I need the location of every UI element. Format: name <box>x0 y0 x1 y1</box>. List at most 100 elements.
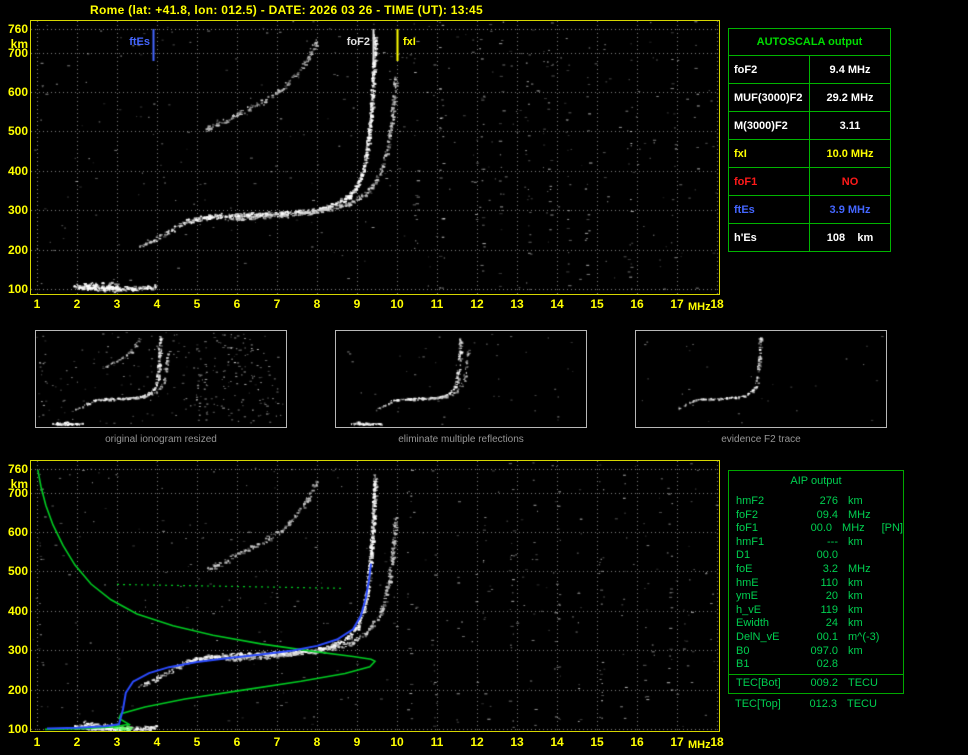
aip-cell-u: TECU <box>848 676 878 689</box>
aip-cell-u <box>838 658 890 672</box>
thumbnail-evidence-canvas <box>636 331 886 427</box>
x-tick-11: 11 <box>430 297 444 311</box>
x-tick-3: 3 <box>113 735 121 749</box>
y-tick-200: 200 <box>7 242 28 257</box>
x-tick-3: 3 <box>113 297 121 311</box>
aip-footer-value: 012.3 <box>809 698 837 711</box>
thumbnail-caption-original: original ionogram resized <box>105 434 217 445</box>
aip-cell-n: D1 <box>736 549 751 562</box>
aip-cell-n: ymE <box>736 590 758 603</box>
aip-cell-v: 02.8 <box>816 658 838 671</box>
aip-output-panel: AIP output hmF2 276 km foF2 09.4 MHz foF1 00.0 M… <box>728 470 904 712</box>
autoscala-param: MUF(3000)F2 <box>728 83 810 112</box>
autoscala-row-foF1: foF1 NO <box>728 167 891 196</box>
x-tick-12: 12 <box>470 735 484 749</box>
aip-cell-x <box>890 577 903 591</box>
x-tick-10: 10 <box>390 735 404 749</box>
x-tick-8: 8 <box>313 735 321 749</box>
aip-cell-v: 119 <box>820 603 838 616</box>
x-tick-17: 17 <box>670 735 684 749</box>
aip-cell-x <box>890 495 903 509</box>
x-tick-1: 1 <box>33 297 41 311</box>
x-tick-14: 14 <box>550 297 564 311</box>
thumbnail-evidence-f2-trace <box>635 330 887 428</box>
marker-label-ftEs: ftEs <box>129 36 150 48</box>
x-tick-9: 9 <box>353 735 361 749</box>
y-tick-300: 300 <box>7 643 28 658</box>
autoscala-param: fxI <box>728 139 810 168</box>
aip-cell-v: --- <box>827 535 838 548</box>
aip-row-Ewidth: Ewidth 24 km <box>729 617 903 631</box>
x-tick-17: 17 <box>670 297 684 311</box>
x-tick-6: 6 <box>233 735 241 749</box>
aip-cell-u: m^(-3) <box>848 630 880 643</box>
aip-cell-n: hmF2 <box>736 495 765 507</box>
x-tick-6: 6 <box>233 297 241 311</box>
aip-cell-v: 20 <box>825 590 838 603</box>
aip-cell-v: 276 <box>819 495 838 507</box>
autoscala-table-header: AUTOSCALA output <box>728 28 891 56</box>
thumbnail-original-canvas <box>36 331 286 427</box>
aip-cell-x <box>890 536 903 550</box>
aip-row-foF1: foF1 00.0 MHz [PN] <box>729 522 903 536</box>
y-tick-600: 600 <box>7 85 28 100</box>
aip-cell-n: B1 <box>736 658 750 671</box>
y-tick-600: 600 <box>7 525 28 540</box>
x-tick-13: 13 <box>510 735 524 749</box>
aip-row-hmF2: hmF2 276 km <box>729 495 903 509</box>
autoscala-row-ftEs: ftEs 3.9 MHz <box>728 195 891 224</box>
y-tick-760: 760 <box>7 22 28 36</box>
aip-row-D1: D1 00.0 <box>729 549 903 563</box>
x-tick-15: 15 <box>590 735 604 749</box>
aip-row-DelN_vE: DelN_vE 00.1 m^(-3) <box>729 631 903 645</box>
aip-cell-x <box>890 677 903 691</box>
aip-cell-v: 3.2 <box>822 562 838 575</box>
aip-cell-x <box>890 631 903 645</box>
autoscala-value: 108 km <box>809 223 891 252</box>
x-tick-5: 5 <box>193 735 201 749</box>
aip-cell-n: h_vE <box>736 603 762 616</box>
ionogram-top-canvas <box>31 21 719 294</box>
ionogram-top-y-axis: 760 700 600 500 400 300 200 100 km <box>2 20 28 295</box>
aip-cell-n: Ewidth <box>736 617 770 630</box>
marker-label-fxI: fxI <box>403 36 416 48</box>
x-tick-2: 2 <box>73 297 81 311</box>
y-tick-200: 200 <box>7 682 28 697</box>
aip-row-TEC[Bot]: TEC[Bot] 009.2 TECU <box>729 673 903 691</box>
aip-cell-v: 00.1 <box>816 630 838 643</box>
autoscala-param: foF2 <box>728 55 810 84</box>
aip-output-box: AIP output hmF2 276 km foF2 09.4 MHz foF1 00.0 M… <box>728 470 904 695</box>
x-tick-12: 12 <box>470 297 484 311</box>
aip-cell-u: km <box>848 576 863 589</box>
aip-cell-n: foF1 <box>736 522 759 535</box>
autoscala-value: 3.9 MHz <box>809 195 891 224</box>
x-tick-4: 4 <box>153 297 161 311</box>
x-tick-11: 11 <box>430 735 444 749</box>
x-tick-2: 2 <box>73 735 81 749</box>
autoscala-param: ftEs <box>728 195 810 224</box>
aip-cell-x: [PN] <box>881 522 903 535</box>
y-axis-unit: km <box>10 477 28 491</box>
x-tick-5: 5 <box>193 297 201 311</box>
x-tick-4: 4 <box>153 735 161 749</box>
autoscala-value: 3.11 <box>809 111 891 140</box>
thumbnail-original-ionogram <box>35 330 287 428</box>
aip-cell-x <box>890 549 903 563</box>
x-tick-7: 7 <box>273 735 281 749</box>
thumbnail-caption-eliminate: eliminate multiple reflections <box>398 434 524 445</box>
autoscala-row-MUF(3000)F2: MUF(3000)F2 29.2 MHz <box>728 83 891 112</box>
aip-row-B0: B0 097.0 km <box>729 645 903 659</box>
station-title: Rome (lat: +41.8, lon: 012.5) - DATE: 20… <box>90 3 483 17</box>
y-axis-unit: km <box>10 37 28 51</box>
autoscala-row-h'Es: h'Es 108 km <box>728 223 891 252</box>
aip-table-header: AIP output <box>790 475 842 487</box>
aip-cell-n: DelN_vE <box>736 630 780 643</box>
aip-cell-v: 09.4 <box>816 508 838 521</box>
aip-cell-n: TEC[Bot] <box>736 676 781 689</box>
x-tick-15: 15 <box>590 297 604 311</box>
aip-cell-v: 110 <box>820 576 838 589</box>
ionogram-bottom-canvas <box>31 461 719 731</box>
ionogram-bottom-plot <box>30 460 720 732</box>
aip-cell-n: foF2 <box>736 508 759 521</box>
aip-cell-n: hmF1 <box>736 535 765 548</box>
